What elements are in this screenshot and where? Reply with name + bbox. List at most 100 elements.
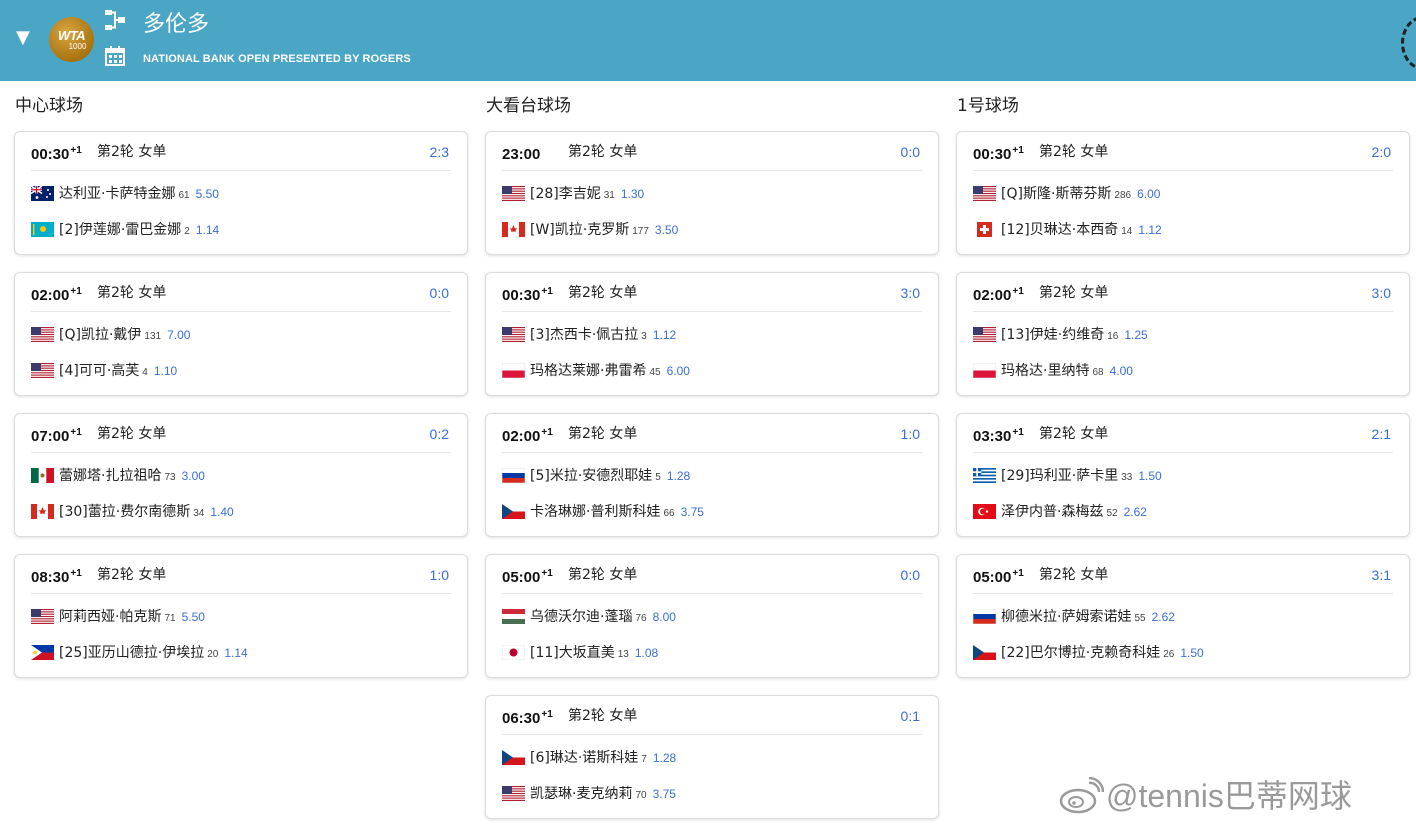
player-odds[interactable]: 2.62 [1152,610,1175,624]
head-to-head-link[interactable]: 1:0 [901,424,920,444]
player-row[interactable]: 卡洛琳娜·普利斯科娃 66 3.75 [502,501,926,521]
player-name[interactable]: [13]伊娃·约维奇 [1001,327,1104,343]
player-name[interactable]: [2]伊莲娜·雷巴金娜 [59,222,181,238]
match-card[interactable]: 23:00 第2轮 女单 0:0 [28]李吉妮 31 1.30 [W]凯拉·克罗斯… [485,131,939,255]
match-card[interactable]: 08:30+1 第2轮 女单 1:0 阿莉西娅·帕克斯 71 5.50 [25]亚历… [14,554,468,678]
player-name[interactable]: 泽伊内普·森梅兹 [1001,504,1103,520]
player-row[interactable]: [11]大坂直美 13 1.08 [502,642,926,662]
head-to-head-link[interactable]: 3:1 [1372,565,1391,585]
match-card[interactable]: 02:00+1 第2轮 女单 3:0 [13]伊娃·约维奇 16 1.25 玛格达·… [956,272,1410,396]
player-name[interactable]: 乌德沃尔迪·蓬瑙 [530,609,632,625]
player-odds[interactable]: 1.14 [224,646,247,660]
player-row[interactable]: 凯瑟琳·麦克纳莉 70 3.75 [502,783,926,803]
player-row[interactable]: [30]蕾拉·费尔南德斯 34 1.40 [31,501,455,521]
player-name[interactable]: 玛格达莱娜·弗雷希 [530,363,646,379]
player-row[interactable]: 乌德沃尔迪·蓬瑙 76 8.00 [502,606,926,626]
player-name[interactable]: [11]大坂直美 [530,645,615,661]
player-name[interactable]: [Q]斯隆·斯蒂芬斯 [1001,186,1111,202]
match-card[interactable]: 00:30+1 第2轮 女单 3:0 [3]杰西卡·佩古拉 3 1.12 玛格达莱娜… [485,272,939,396]
player-row[interactable]: 玛格达莱娜·弗雷希 45 6.00 [502,360,926,380]
player-odds[interactable]: 1.25 [1124,328,1147,342]
match-card[interactable]: 03:30+1 第2轮 女单 2:1 [29]玛利亚·萨卡里 33 1.50 泽伊内… [956,413,1410,537]
head-to-head-link[interactable]: 0:0 [901,142,920,162]
player-odds[interactable]: 1.28 [667,469,690,483]
player-odds[interactable]: 1.40 [210,505,233,519]
player-row[interactable]: [4]可可·高芙 4 1.10 [31,360,455,380]
draw-bracket-icon[interactable] [104,9,126,31]
head-to-head-link[interactable]: 2:0 [1372,142,1391,162]
player-name[interactable]: [30]蕾拉·费尔南德斯 [59,504,190,520]
match-card[interactable]: 00:30+1 第2轮 女单 2:3 达利亚·卡萨特金娜 61 5.50 [2]伊莲… [14,131,468,255]
player-row[interactable]: [6]琳达·诺斯科娃 7 1.28 [502,747,926,767]
calendar-icon[interactable] [104,45,126,67]
player-odds[interactable]: 1.08 [635,646,658,660]
match-card[interactable]: 06:30+1 第2轮 女单 0:1 [6]琳达·诺斯科娃 7 1.28 凯瑟琳·麦… [485,695,939,819]
match-card[interactable]: 02:00+1 第2轮 女单 1:0 [5]米拉·安德烈耶娃 5 1.28 卡洛琳娜… [485,413,939,537]
player-odds[interactable]: 7.00 [167,328,190,342]
player-odds[interactable]: 1.50 [1180,646,1203,660]
player-odds[interactable]: 3.50 [655,223,678,237]
match-card[interactable]: 00:30+1 第2轮 女单 2:0 [Q]斯隆·斯蒂芬斯 286 6.00 [12… [956,131,1410,255]
player-odds[interactable]: 1.50 [1138,469,1161,483]
player-name[interactable]: 玛格达·里纳特 [1001,363,1089,379]
player-name[interactable]: 卡洛琳娜·普利斯科娃 [530,504,660,520]
head-to-head-link[interactable]: 3:0 [901,283,920,303]
player-row[interactable]: [W]凯拉·克罗斯 177 3.50 [502,219,926,239]
player-odds[interactable]: 4.00 [1110,364,1133,378]
player-odds[interactable]: 5.50 [182,610,205,624]
player-row[interactable]: [3]杰西卡·佩古拉 3 1.12 [502,324,926,344]
player-odds[interactable]: 1.28 [653,751,676,765]
head-to-head-link[interactable]: 0:2 [430,424,449,444]
player-name[interactable]: [22]巴尔博拉·克赖奇科娃 [1001,645,1160,661]
player-odds[interactable]: 1.10 [154,364,177,378]
collapse-toggle-icon[interactable]: ▼ [16,28,30,48]
head-to-head-link[interactable]: 3:0 [1372,283,1391,303]
player-row[interactable]: [28]李吉妮 31 1.30 [502,183,926,203]
head-to-head-link[interactable]: 2:1 [1372,424,1391,444]
player-name[interactable]: [29]玛利亚·萨卡里 [1001,468,1118,484]
player-name[interactable]: 阿莉西娅·帕克斯 [59,609,161,625]
player-name[interactable]: 凯瑟琳·麦克纳莉 [530,786,632,802]
player-name[interactable]: [Q]凯拉·戴伊 [59,327,141,343]
player-row[interactable]: [Q]凯拉·戴伊 131 7.00 [31,324,455,344]
player-row[interactable]: [25]亚历山德拉·伊埃拉 20 1.14 [31,642,455,662]
player-row[interactable]: [Q]斯隆·斯蒂芬斯 286 6.00 [973,183,1397,203]
player-row[interactable]: 达利亚·卡萨特金娜 61 5.50 [31,183,455,203]
player-name[interactable]: [W]凯拉·克罗斯 [530,222,629,238]
player-odds[interactable]: 1.14 [196,223,219,237]
match-card[interactable]: 05:00+1 第2轮 女单 3:1 柳德米拉·萨姆索诺娃 55 2.62 [22]… [956,554,1410,678]
head-to-head-link[interactable]: 0:1 [901,706,920,726]
head-to-head-link[interactable]: 2:3 [430,142,449,162]
head-to-head-link[interactable]: 1:0 [430,565,449,585]
head-to-head-link[interactable]: 0:0 [430,283,449,303]
player-odds[interactable]: 6.00 [667,364,690,378]
player-name[interactable]: 柳德米拉·萨姆索诺娃 [1001,609,1131,625]
player-odds[interactable]: 3.00 [182,469,205,483]
match-card[interactable]: 02:00+1 第2轮 女单 0:0 [Q]凯拉·戴伊 131 7.00 [4]可可… [14,272,468,396]
match-card[interactable]: 05:00+1 第2轮 女单 0:0 乌德沃尔迪·蓬瑙 76 8.00 [11]大坂… [485,554,939,678]
player-row[interactable]: 玛格达·里纳特 68 4.00 [973,360,1397,380]
player-name[interactable]: [4]可可·高芙 [59,363,139,379]
player-odds[interactable]: 6.00 [1137,187,1160,201]
player-row[interactable]: [5]米拉·安德烈耶娃 5 1.28 [502,465,926,485]
head-to-head-link[interactable]: 0:0 [901,565,920,585]
player-name[interactable]: [6]琳达·诺斯科娃 [530,750,638,766]
player-row[interactable]: [12]贝琳达·本西奇 14 1.12 [973,219,1397,239]
player-name[interactable]: 蕾娜塔·扎拉祖哈 [59,468,161,484]
player-odds[interactable]: 8.00 [653,610,676,624]
player-odds[interactable]: 3.75 [681,505,704,519]
player-name[interactable]: [3]杰西卡·佩古拉 [530,327,638,343]
player-row[interactable]: [22]巴尔博拉·克赖奇科娃 26 1.50 [973,642,1397,662]
player-name[interactable]: [28]李吉妮 [530,186,601,202]
player-odds[interactable]: 5.50 [196,187,219,201]
player-row[interactable]: [29]玛利亚·萨卡里 33 1.50 [973,465,1397,485]
player-row[interactable]: 阿莉西娅·帕克斯 71 5.50 [31,606,455,626]
player-row[interactable]: 泽伊内普·森梅兹 52 2.62 [973,501,1397,521]
player-name[interactable]: 达利亚·卡萨特金娜 [59,186,175,202]
player-row[interactable]: [2]伊莲娜·雷巴金娜 2 1.14 [31,219,455,239]
player-odds[interactable]: 3.75 [653,787,676,801]
player-row[interactable]: [13]伊娃·约维奇 16 1.25 [973,324,1397,344]
match-card[interactable]: 07:00+1 第2轮 女单 0:2 蕾娜塔·扎拉祖哈 73 3.00 [30]蕾拉… [14,413,468,537]
player-name[interactable]: [12]贝琳达·本西奇 [1001,222,1118,238]
player-odds[interactable]: 1.12 [1138,223,1161,237]
